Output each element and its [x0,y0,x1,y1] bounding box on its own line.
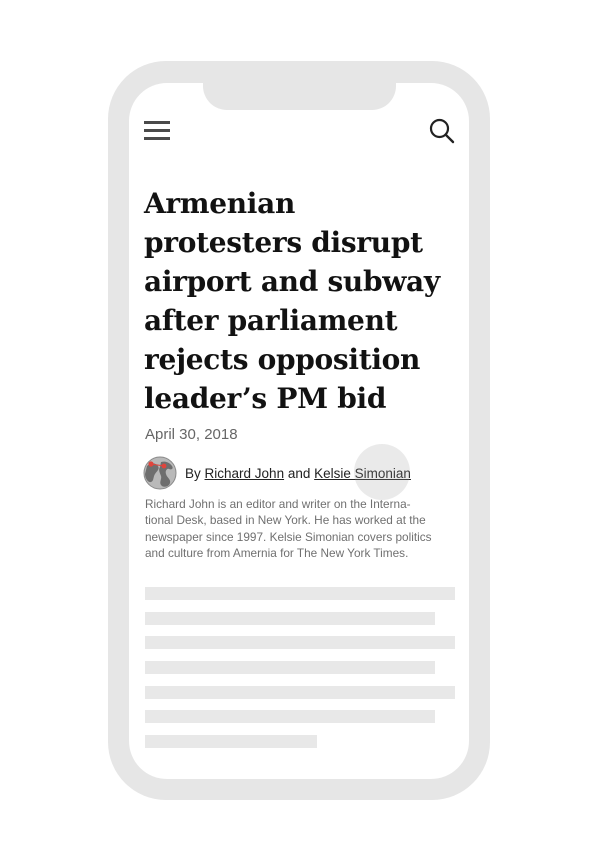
author-avatar-globe-icon[interactable] [143,456,177,490]
touch-indicator [354,444,410,500]
body-text-placeholder [145,686,455,699]
hamburger-menu-icon[interactable] [144,120,170,142]
author-bio: Richard John is an editor and writer on … [145,496,457,561]
body-text-placeholder [145,636,455,649]
body-text-placeholder [145,710,435,723]
headline-line: leader’s PM bid [144,382,387,415]
headline-line: after parliament [144,304,398,337]
search-icon[interactable] [428,117,456,145]
headline-line: protesters disrupt [144,226,423,259]
body-text-placeholder [145,612,435,625]
body-text-placeholder [145,735,317,748]
headline-line: airport and subway [144,265,440,298]
body-text-placeholder [145,587,455,600]
bio-line: newspaper since 1997. Kelsie Simonian co… [145,529,432,544]
phone-notch [203,80,396,110]
article-headline: Armenian protesters disrupt airport and … [144,184,456,418]
bio-line: and culture from Amernia for The New Yor… [145,545,409,560]
headline-line: Armenian [144,187,296,220]
bio-line: tional Desk, based in New York. He has w… [145,513,426,528]
byline-prefix: By [185,466,201,481]
headline-line: rejects opposition [144,343,421,376]
article-date: April 30, 2018 [145,426,238,443]
body-text-placeholder [145,661,435,674]
phone-mockup: Armenian protesters disrupt airport and … [0,0,600,858]
byline-conjunction: and [287,466,311,481]
bio-line: Richard John is an editor and writer on … [145,497,411,511]
author-link-richard-john[interactable]: Richard John [205,466,285,481]
